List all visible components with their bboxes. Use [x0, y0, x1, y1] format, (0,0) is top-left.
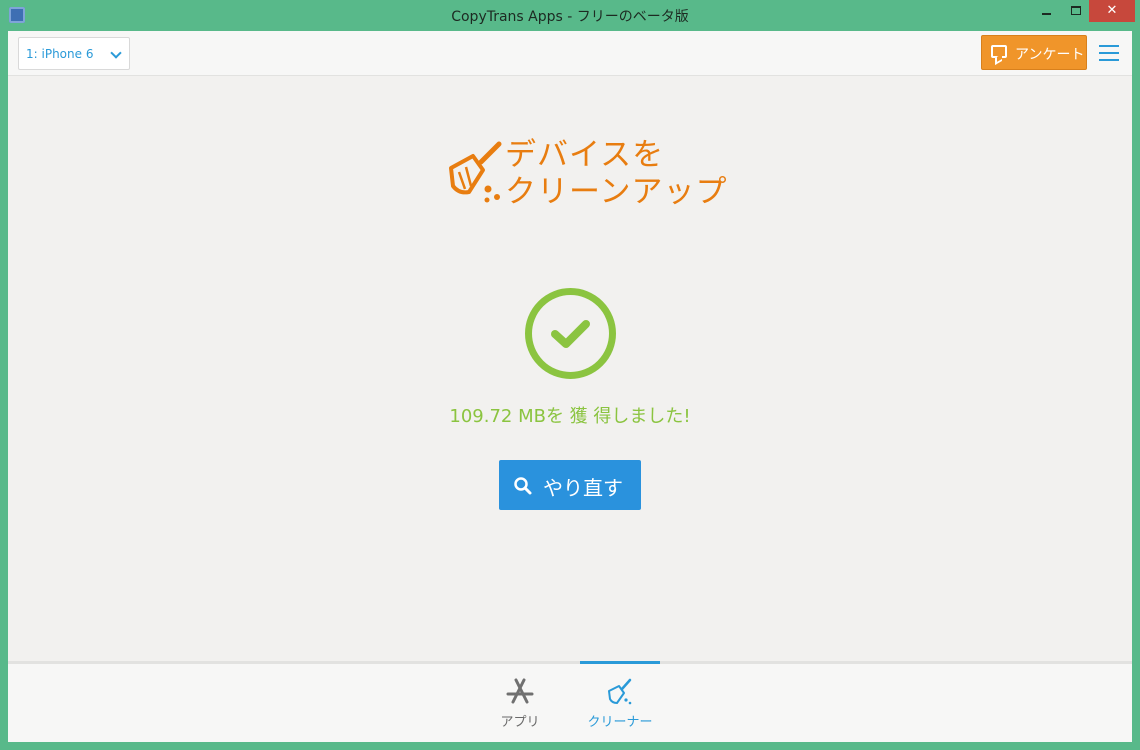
broom-icon — [449, 141, 502, 203]
cleanup-logo: デバイスを クリーンアップ — [443, 129, 726, 210]
retry-button[interactable]: やり直す — [499, 460, 641, 510]
hamburger-menu-icon[interactable] — [1099, 45, 1119, 61]
broom-icon — [608, 678, 632, 705]
search-icon — [514, 477, 532, 495]
minimize-button[interactable] — [1029, 0, 1063, 22]
speech-bubble-icon — [991, 45, 1007, 58]
result-message: 109.72 MBを 獲 得しました! — [449, 406, 691, 427]
logo-title-line2: クリーンアップ — [505, 174, 728, 210]
client-area: 1: iPhone 6 アンケート デバイスを クリーンアップ 109.72 M… — [8, 31, 1132, 742]
chevron-down-icon — [110, 47, 122, 59]
bottom-nav: アプリ クリーナー — [8, 661, 1132, 742]
tab-apps-label: アプリ — [500, 715, 540, 730]
tab-apps[interactable]: アプリ — [480, 664, 560, 742]
window-title: CopyTrans Apps - フリーのベータ版 — [451, 9, 689, 25]
survey-button-label: アンケート — [1015, 47, 1085, 63]
success-check-icon — [525, 288, 616, 379]
title-bar[interactable]: CopyTrans Apps - フリーのベータ版 ✕ — [0, 0, 1140, 31]
maximize-button[interactable] — [1059, 0, 1093, 22]
top-toolbar: 1: iPhone 6 アンケート — [8, 31, 1132, 76]
device-dropdown[interactable]: 1: iPhone 6 — [18, 37, 130, 70]
active-tab-indicator — [580, 661, 660, 664]
survey-button[interactable]: アンケート — [981, 35, 1087, 70]
close-button[interactable]: ✕ — [1089, 0, 1135, 22]
tab-cleaner[interactable]: クリーナー — [580, 661, 660, 742]
retry-button-label: やり直す — [543, 476, 623, 500]
device-dropdown-label: 1: iPhone 6 — [26, 47, 94, 61]
app-window: CopyTrans Apps - フリーのベータ版 ✕ 1: iPhone 6 … — [0, 0, 1140, 750]
app-store-icon — [506, 678, 534, 704]
tab-cleaner-label: クリーナー — [587, 715, 653, 730]
